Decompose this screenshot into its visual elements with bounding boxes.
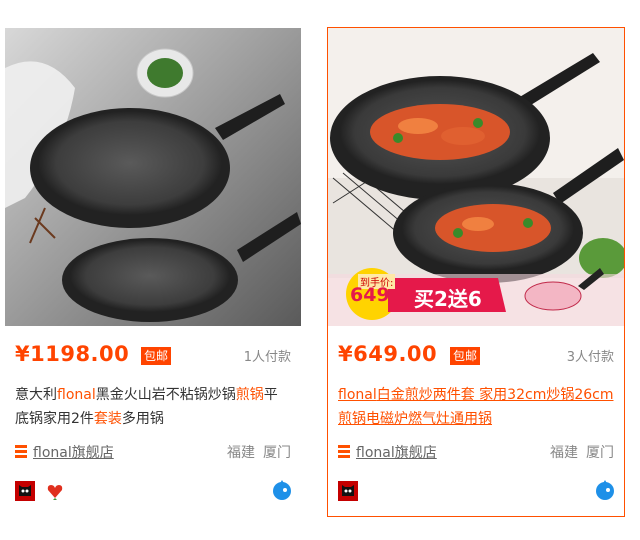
title-keyword: 套装: [93, 411, 122, 427]
title-keyword: flonal: [57, 387, 96, 403]
sales-count: 3人付款: [566, 350, 614, 365]
free-shipping-badge: 包邮: [141, 347, 172, 365]
product-image[interactable]: [5, 28, 301, 326]
heart-flower-icon[interactable]: [45, 481, 65, 501]
location-city: 厦门: [586, 445, 614, 461]
title-keyword: flonal: [338, 387, 377, 403]
title-segment: 多用锅: [121, 411, 164, 427]
promo-price: 649: [350, 284, 390, 306]
location-city: 厦门: [263, 445, 291, 461]
aliwangwang-chat-icon[interactable]: [594, 479, 616, 501]
shop-icon: [338, 445, 350, 459]
product-card[interactable]: 到手价: 649 买2送6 ¥649.00 包邮 3人付款 flonal白金煎炒…: [327, 27, 625, 517]
product-card[interactable]: ¥1198.00 包邮 1人付款 意大利flonal黑金火山岩不粘锅炒锅煎锅平底…: [4, 27, 302, 517]
tmall-icon[interactable]: [338, 481, 358, 501]
product-photo-pans: [5, 28, 301, 326]
shop-icon: [15, 445, 27, 459]
location: 福建 厦门: [219, 442, 291, 462]
title-segment: 黑金火山岩不粘锅炒锅: [95, 387, 236, 403]
price: ¥1198.00: [15, 342, 130, 366]
product-title-link[interactable]: 意大利flonal黑金火山岩不粘锅炒锅煎锅平底锅家用2件套装多用锅: [15, 383, 291, 431]
location: 福建 厦门: [542, 442, 614, 462]
title-keyword: 煎锅: [235, 387, 264, 403]
product-title-link[interactable]: flonal白金煎炒两件套 家用32cm炒锅26cm煎锅电磁炉燃气灶通用锅: [338, 383, 614, 431]
title-segment: 意大利: [15, 387, 57, 403]
price: ¥649.00: [338, 342, 438, 366]
aliwangwang-chat-icon[interactable]: [271, 479, 293, 501]
free-shipping-badge: 包邮: [450, 347, 481, 365]
shop-name-link[interactable]: flonal旗舰店: [33, 442, 114, 462]
promo-offer: 买2送6: [414, 287, 482, 311]
location-province: 福建: [227, 445, 255, 461]
sales-count: 1人付款: [243, 350, 291, 365]
shop-name-link[interactable]: flonal旗舰店: [356, 442, 437, 462]
tmall-icon[interactable]: [15, 481, 35, 501]
location-province: 福建: [550, 445, 578, 461]
title-segment: 白金煎炒两件套 家用32cm炒锅26cm煎锅电磁炉燃气灶通用锅: [338, 387, 614, 427]
product-image[interactable]: 到手价: 649 买2送6: [328, 28, 624, 326]
